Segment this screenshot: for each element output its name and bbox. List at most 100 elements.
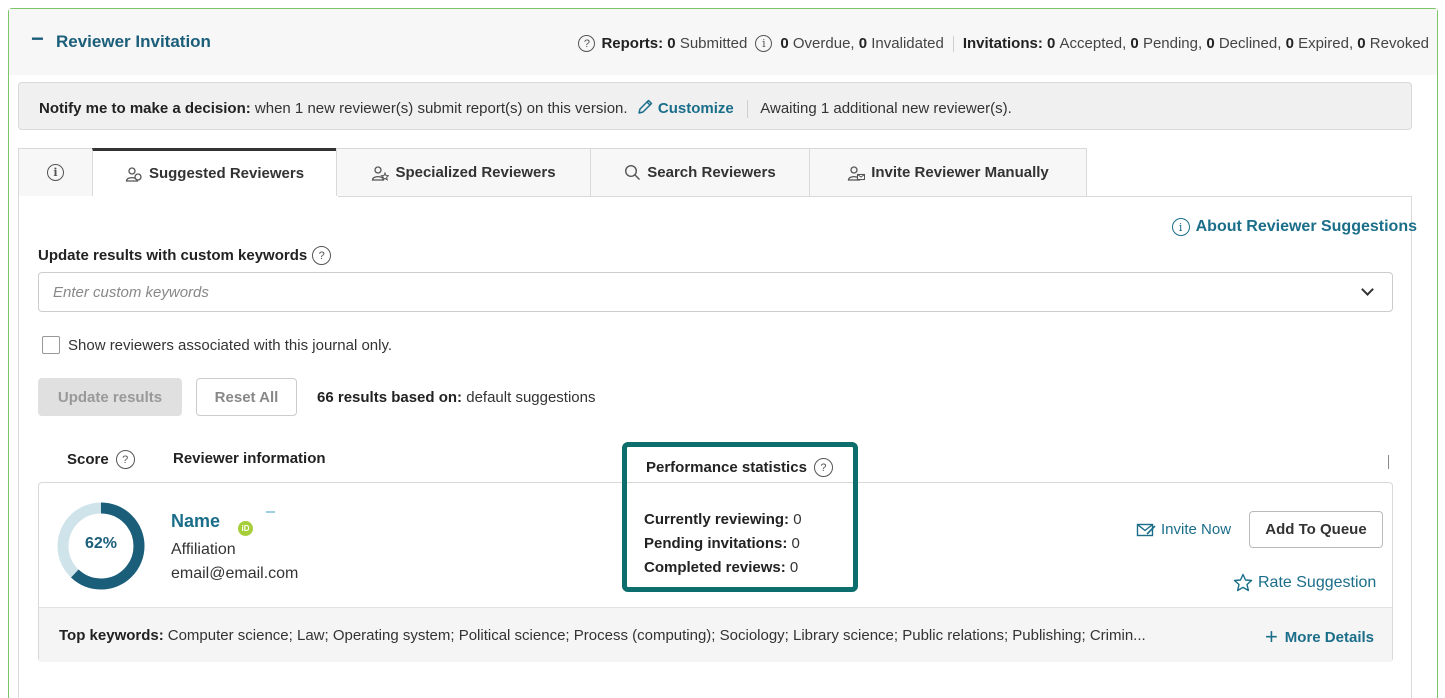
overdue-label: Overdue, [792,35,855,52]
expired-label: Expired, [1298,35,1354,52]
help-icon[interactable]: ? [312,246,332,265]
top-keywords-label: Top keywords: [59,626,164,644]
journal-only-label[interactable]: Show reviewers associated with this jour… [68,337,392,354]
top-keywords-value: Computer science; Law; Operating system;… [167,626,1146,644]
reviewer-tabs: i Suggested Reviewers Specialized Review… [18,148,1087,196]
pending-count: 0 [1130,35,1139,52]
notify-text: when 1 new reviewer(s) submit report(s) … [254,100,628,117]
invitations-label: Invitations: [962,35,1043,52]
stat-value: 0 [793,511,802,528]
panel-header: − Reviewer Invitation ? Reports: 0 Submi… [9,9,1437,75]
custom-keywords-input[interactable]: Enter custom keywords [38,272,1393,312]
tab-suggested-reviewers[interactable]: Suggested Reviewers [92,148,337,196]
chevron-down-icon[interactable] [1361,283,1374,296]
score-header-label: Score [67,451,109,468]
revoked-count: 0 [1357,35,1366,52]
rate-suggestion-link[interactable]: Rate Suggestion [1233,573,1376,592]
overdue-count: 0 [780,35,789,52]
about-label: About Reviewer Suggestions [1195,218,1417,235]
tab-label: Suggested Reviewers [148,165,305,182]
submitted-count: 0 [667,35,676,52]
tab-specialized-reviewers[interactable]: Specialized Reviewers [336,148,591,196]
journal-only-checkbox[interactable] [42,336,60,354]
journal-only-option: Show reviewers associated with this jour… [42,336,392,354]
invalidated-label: Invalidated [871,35,944,52]
reviewer-info-header-label: Reviewer information [173,450,326,467]
reviewer-email: email@email.com [171,565,299,582]
pencil-icon[interactable] [636,98,654,116]
declined-label: Declined, [1218,35,1282,52]
accepted-count: 0 [1047,35,1056,52]
reset-all-button[interactable]: Reset All [196,378,297,416]
reviewer-name-link[interactable]: Name [171,511,220,532]
add-to-queue-button[interactable]: Add To Queue [1249,511,1383,548]
info-icon: i [47,164,64,181]
tab-search-reviewers[interactable]: Search Reviewers [590,148,810,196]
decision-notification-bar: Notify me to make a decision: when 1 new… [18,82,1412,130]
collapse-icon[interactable]: − [31,28,44,50]
currently-reviewing-stat: Currently reviewing: 0 [644,511,802,528]
user-mail-icon [848,165,866,181]
stat-label: Currently reviewing: [644,511,790,528]
help-icon[interactable]: ? [578,35,596,52]
reviewer-affiliation: Affiliation [171,541,236,558]
divider [746,100,748,119]
stat-label: Completed reviews: [644,559,786,576]
help-icon[interactable]: ? [115,450,135,469]
revoked-label: Revoked [1369,35,1429,52]
tab-label: Invite Reviewer Manually [871,164,1049,181]
orcid-icon[interactable]: iD [238,521,253,536]
plus-icon: + [1264,624,1278,649]
info-icon[interactable]: i [755,35,773,52]
tab-label: Search Reviewers [647,164,776,181]
tab-info[interactable]: i [18,148,93,196]
tab-invite-reviewer-manually[interactable]: Invite Reviewer Manually [809,148,1087,196]
mail-send-icon [1136,523,1156,536]
declined-count: 0 [1206,35,1215,52]
score-column-header: Score ? [67,450,141,469]
more-details-link[interactable]: + More Details [1265,626,1374,648]
column-divider [1388,455,1389,469]
help-icon[interactable]: ? [813,458,833,477]
customize-link[interactable]: Customize [658,100,734,117]
keywords-label-text: Update results with custom keywords [38,247,308,264]
accepted-label: Accepted, [1059,35,1127,52]
results-summary: 66 results based on: default suggestions [317,389,596,406]
keywords-label: Update results with custom keywords ? [38,246,332,265]
tab-label: Specialized Reviewers [395,164,556,181]
panel-title[interactable]: Reviewer Invitation [56,32,211,52]
submitted-label: Submitted [679,35,748,52]
performance-column-header: Performance statistics ? [646,458,839,477]
update-results-button[interactable]: Update results [38,378,182,416]
divider [952,35,954,52]
awaiting-text: Awaiting 1 additional new reviewer(s). [760,100,1012,117]
users-icon [125,166,142,182]
stat-value: 0 [791,535,800,552]
info-icon: i [1171,218,1190,236]
notify-label: Notify me to make a decision: [39,100,251,117]
about-reviewer-suggestions-link[interactable]: i About Reviewer Suggestions [1171,218,1417,236]
performance-header-label: Performance statistics [646,459,807,476]
stat-label: Pending invitations: [644,535,788,552]
invalidated-count: 0 [858,35,868,52]
score-value: 62% [84,535,118,552]
top-keywords-row: Top keywords: Computer science; Law; Ope… [39,607,1392,662]
user-star-icon [372,165,390,181]
invite-now-link[interactable]: Invite Now [1136,521,1231,538]
keywords-placeholder: Enter custom keywords [53,283,209,301]
stat-value: 0 [789,559,799,576]
decorative-dash [266,511,275,513]
results-count: 66 results based on: [317,389,463,406]
results-basis: default suggestions [466,389,596,406]
star-icon [1233,573,1253,592]
reports-label: Reports: [601,35,664,52]
reviewer-info-column-header: Reviewer information [173,450,326,467]
pending-invitations-stat: Pending invitations: 0 [644,535,800,552]
more-details-label: More Details [1284,628,1374,646]
invite-now-label: Invite Now [1161,521,1232,538]
search-icon [625,164,641,181]
rate-suggestion-label: Rate Suggestion [1258,573,1377,591]
pending-label: Pending, [1142,35,1203,52]
status-summary: ? Reports: 0 Submitted i 0 Overdue, 0 In… [578,35,1429,52]
expired-count: 0 [1285,35,1294,52]
